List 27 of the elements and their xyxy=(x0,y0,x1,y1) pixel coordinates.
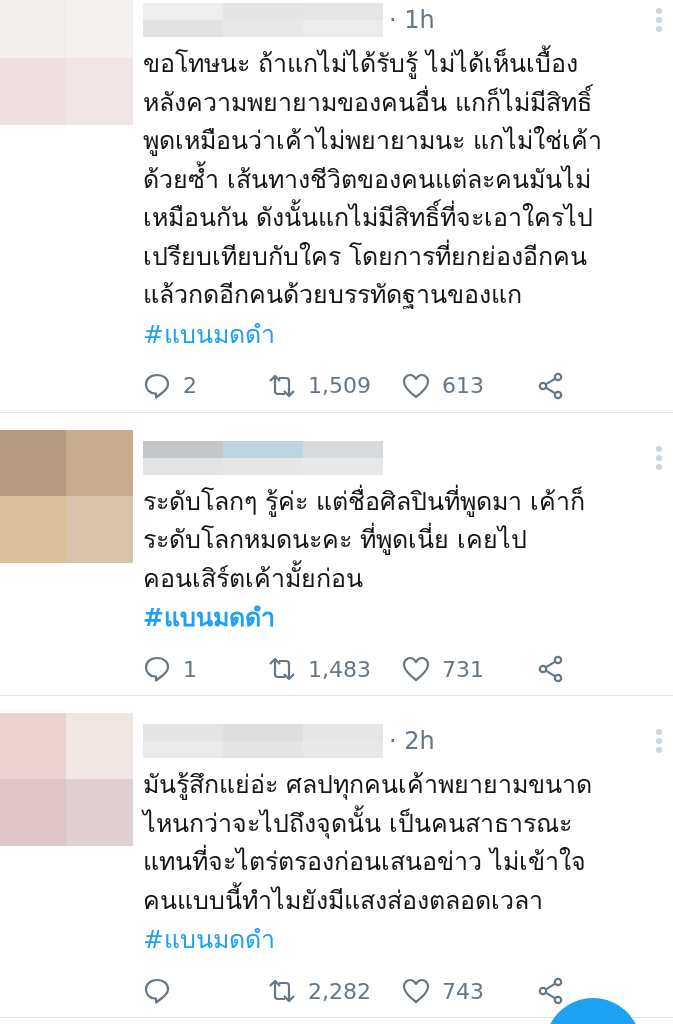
like-icon[interactable] xyxy=(402,371,430,400)
tweet-text: ขอโทษนะ ถ้าแกไม่ได้รับรู้ ไม่ได้เห็นเบื้อง หลังความพยายามของคนอื่น แกก็ไม่มีสิทธิ์ พูดเหมือนว่าเค้าไม่พยายามนะ แกไม่ใช่เค้า ด้วยซ้ำ เส้นทางชีวิตของคนแต่ละคนมันไม่ เหมือนกัน ดังนั้นแกไม่มีสิทธิ์ที่จะเอาใครไป เปรียบเทียบกับใคร โดยการที่ยกย่องอีกคน แล้วกดอีกคนด้วยบรรทัดฐานของแก xyxy=(143,45,663,315)
like-count: 731 xyxy=(442,656,484,682)
retweet-icon[interactable] xyxy=(268,655,296,683)
reply-icon[interactable] xyxy=(143,371,171,400)
like-count: 613 xyxy=(442,373,484,398)
tweet-text: ระดับโลกๆ รู้ค่ะ แต่ชื่อศิลปินที่พูดมา เค้าก็ ระดับโลกหมดนะคะ ที่พูดเนี่ย เคยไป คอนเสิร์ตเค้ามั้ยก่อน xyxy=(143,483,586,595)
hashtag-link[interactable]: #แบนมดดำ xyxy=(143,920,275,960)
like-icon[interactable] xyxy=(402,655,430,683)
reply-icon[interactable] xyxy=(143,977,171,1005)
share-icon[interactable] xyxy=(537,371,565,400)
share-icon[interactable] xyxy=(537,655,565,683)
timestamp: · 2h xyxy=(389,727,435,755)
retweet-count: 1,483 xyxy=(308,656,371,682)
share-icon[interactable] xyxy=(537,977,565,1005)
reply-count: 1 xyxy=(183,656,197,682)
tweet-text: มันรู้สึกแย่อ่ะ ศลปทุกคนเค้าพยายามขนาด ไหนกว่าจะไปถึงจุดนั้น เป็นคนสาธารณะ แทนที่จะไตร่ตรองก่อนเสนอข่าว ไม่เข้าใจ คนแบบนี้ทำไมยังมีแสงส่องตลอดเวลา xyxy=(143,769,593,917)
retweet-icon[interactable] xyxy=(268,977,296,1005)
hashtag-link[interactable]: #แบนมดดำ xyxy=(143,314,275,355)
hashtag-link[interactable]: #แบนมดดำ xyxy=(143,598,275,638)
retweet-count: 2,282 xyxy=(308,978,371,1004)
like-icon[interactable] xyxy=(402,977,430,1005)
timestamp: · 1h xyxy=(389,6,435,34)
like-count: 743 xyxy=(442,978,484,1004)
reply-icon[interactable] xyxy=(143,655,171,683)
retweet-count: 1,509 xyxy=(308,373,371,398)
reply-count: 2 xyxy=(183,373,197,398)
